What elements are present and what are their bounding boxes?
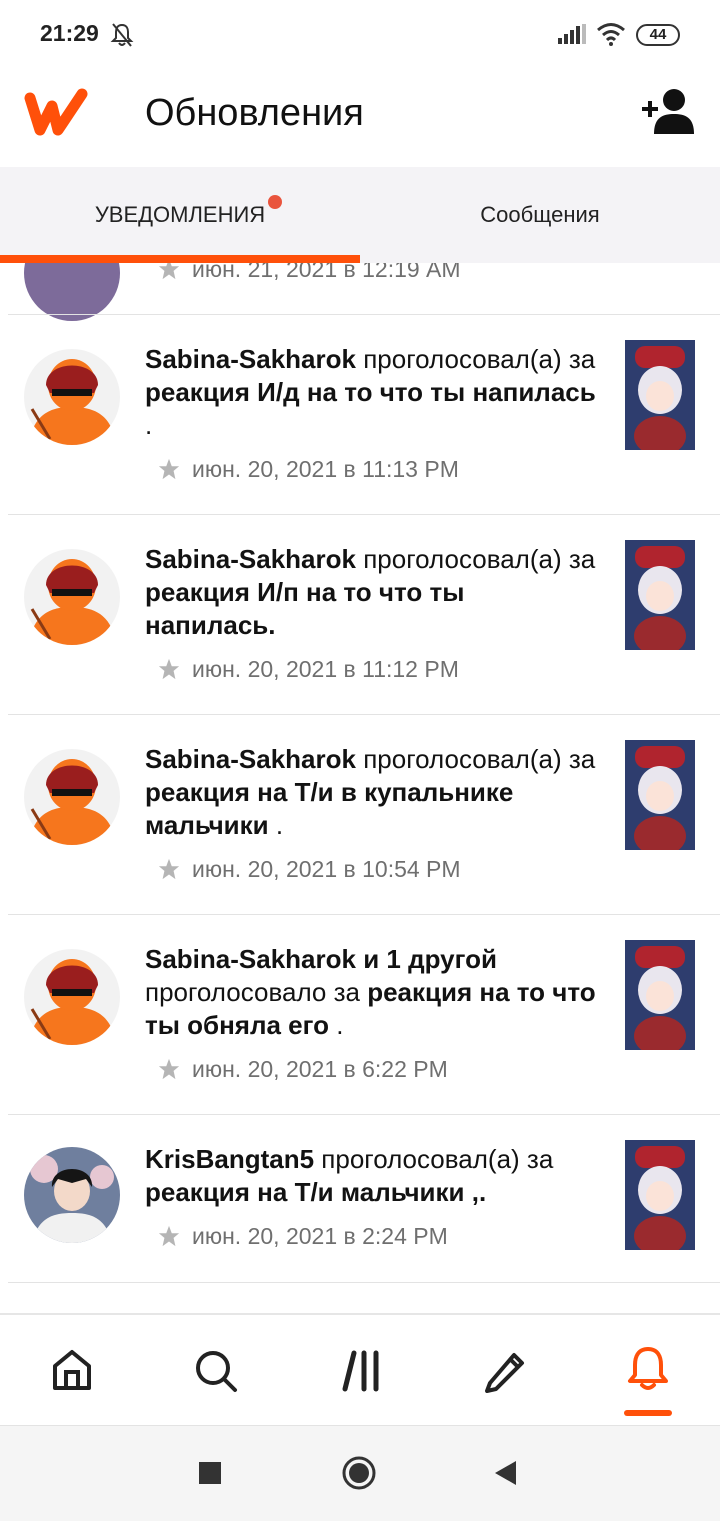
action-text: проголосовало за xyxy=(145,977,360,1007)
notification-text[interactable]: Sabina-Sakharok проголосовал(а) за реакц… xyxy=(145,543,600,642)
list-item[interactable]: июн. 21, 2021 в 12:19 AM xyxy=(0,263,720,321)
recent-apps-icon[interactable] xyxy=(198,1461,222,1485)
notification-text[interactable]: Sabina-Sakharok проголосовал(а) за реакц… xyxy=(145,743,600,842)
back-icon[interactable] xyxy=(492,1459,518,1487)
library-icon xyxy=(342,1350,379,1392)
signal-icon xyxy=(558,24,586,44)
bottom-navigation xyxy=(0,1313,720,1425)
list-item[interactable]: KrisBangtan5 проголосовал(а) за реакция … xyxy=(0,1115,720,1283)
story-cover[interactable] xyxy=(625,1140,695,1250)
avatar[interactable] xyxy=(24,549,120,645)
home-button-icon[interactable] xyxy=(341,1455,377,1491)
item-date: июн. 20, 2021 в 11:13 PM xyxy=(158,456,459,483)
nav-write[interactable] xyxy=(432,1315,576,1425)
nav-library[interactable] xyxy=(288,1315,432,1425)
story-cover[interactable] xyxy=(625,940,695,1050)
star-icon xyxy=(158,658,180,680)
add-user-icon[interactable] xyxy=(640,88,696,134)
story-title[interactable]: реакция на Т/и мальчики ,. xyxy=(145,1177,486,1207)
notification-text[interactable]: KrisBangtan5 проголосовал(а) за реакция … xyxy=(145,1143,600,1209)
story-cover[interactable] xyxy=(625,740,695,850)
active-tab-indicator xyxy=(0,255,360,263)
tab-messages[interactable]: Сообщения xyxy=(360,167,720,263)
star-icon xyxy=(158,458,180,480)
action-text: проголосовал(а) за xyxy=(363,344,596,374)
action-text: проголосовал(а) за xyxy=(321,1144,554,1174)
user-name[interactable]: Sabina-Sakharok и 1 другой xyxy=(145,944,497,974)
story-title[interactable]: реакция на Т/и в купальнике мальчики xyxy=(145,777,513,840)
user-name[interactable]: Sabina-Sakharok xyxy=(145,744,356,774)
story-cover[interactable] xyxy=(625,340,695,450)
wifi-icon xyxy=(597,23,625,46)
list-item[interactable]: Sabina-Sakharok проголосовал(а) за реакц… xyxy=(0,715,720,915)
avatar[interactable] xyxy=(24,263,120,321)
page-title: Обновления xyxy=(145,92,364,134)
story-cover[interactable] xyxy=(625,540,695,650)
list-item[interactable]: Sabina-Sakharok и 1 другой проголосовало… xyxy=(0,915,720,1115)
tab-notifications-label: УВЕДОМЛЕНИЯ xyxy=(94,202,266,227)
user-name[interactable]: Sabina-Sakharok xyxy=(145,544,356,574)
notifications-list[interactable]: июн. 21, 2021 в 12:19 AM Sabina-Sakharok… xyxy=(0,263,720,1313)
list-item[interactable]: Sabina-Sakharok проголосовал(а) за реакц… xyxy=(0,515,720,715)
star-icon xyxy=(158,858,180,880)
star-icon xyxy=(158,263,180,280)
home-icon xyxy=(53,1350,91,1390)
nav-home[interactable] xyxy=(0,1315,144,1425)
star-icon xyxy=(158,1225,180,1247)
notification-text[interactable]: Sabina-Sakharok и 1 другой проголосовало… xyxy=(145,943,600,1042)
status-time: 21:29 xyxy=(40,20,99,46)
story-title[interactable]: реакция И/п на то что ты напилась. xyxy=(145,577,464,640)
tab-notifications[interactable]: УВЕДОМЛЕНИЯ xyxy=(0,167,360,263)
bell-icon xyxy=(628,1347,668,1390)
item-date: июн. 20, 2021 в 6:22 PM xyxy=(158,1056,448,1083)
divider xyxy=(8,1282,720,1283)
write-icon xyxy=(485,1353,524,1393)
avatar[interactable] xyxy=(24,349,120,445)
search-icon xyxy=(196,1351,237,1392)
app-header: Обновления xyxy=(0,70,720,166)
item-date: июн. 20, 2021 в 11:12 PM xyxy=(158,656,459,683)
star-icon xyxy=(158,1058,180,1080)
active-nav-indicator xyxy=(624,1410,672,1416)
avatar[interactable] xyxy=(24,749,120,845)
nav-notifications[interactable] xyxy=(576,1315,720,1425)
system-navigation-bar xyxy=(0,1425,720,1521)
notification-text[interactable]: Sabina-Sakharok проголосовал(а) за реакц… xyxy=(145,343,600,442)
avatar[interactable] xyxy=(24,949,120,1045)
item-date: июн. 21, 2021 в 12:19 AM xyxy=(158,263,461,283)
tab-bar: УВЕДОМЛЕНИЯ Сообщения xyxy=(0,167,720,263)
action-text: проголосовал(а) за xyxy=(363,744,596,774)
item-date: июн. 20, 2021 в 10:54 PM xyxy=(158,856,461,883)
status-bar: 21:29 44 xyxy=(0,0,720,70)
avatar[interactable] xyxy=(24,1147,120,1243)
user-name[interactable]: KrisBangtan5 xyxy=(145,1144,314,1174)
nav-search[interactable] xyxy=(144,1315,288,1425)
battery-indicator: 44 xyxy=(636,24,680,46)
item-date: июн. 20, 2021 в 2:24 PM xyxy=(158,1223,448,1250)
wattpad-logo-icon[interactable] xyxy=(24,86,88,138)
unread-dot xyxy=(268,195,282,209)
bell-muted-icon xyxy=(110,23,134,47)
story-title[interactable]: реакция И/д на то что ты напилась xyxy=(145,377,596,407)
list-item[interactable]: Sabina-Sakharok проголосовал(а) за реакц… xyxy=(0,315,720,515)
action-text: проголосовал(а) за xyxy=(363,544,596,574)
tab-messages-label: Сообщения xyxy=(480,202,600,227)
user-name[interactable]: Sabina-Sakharok xyxy=(145,344,356,374)
